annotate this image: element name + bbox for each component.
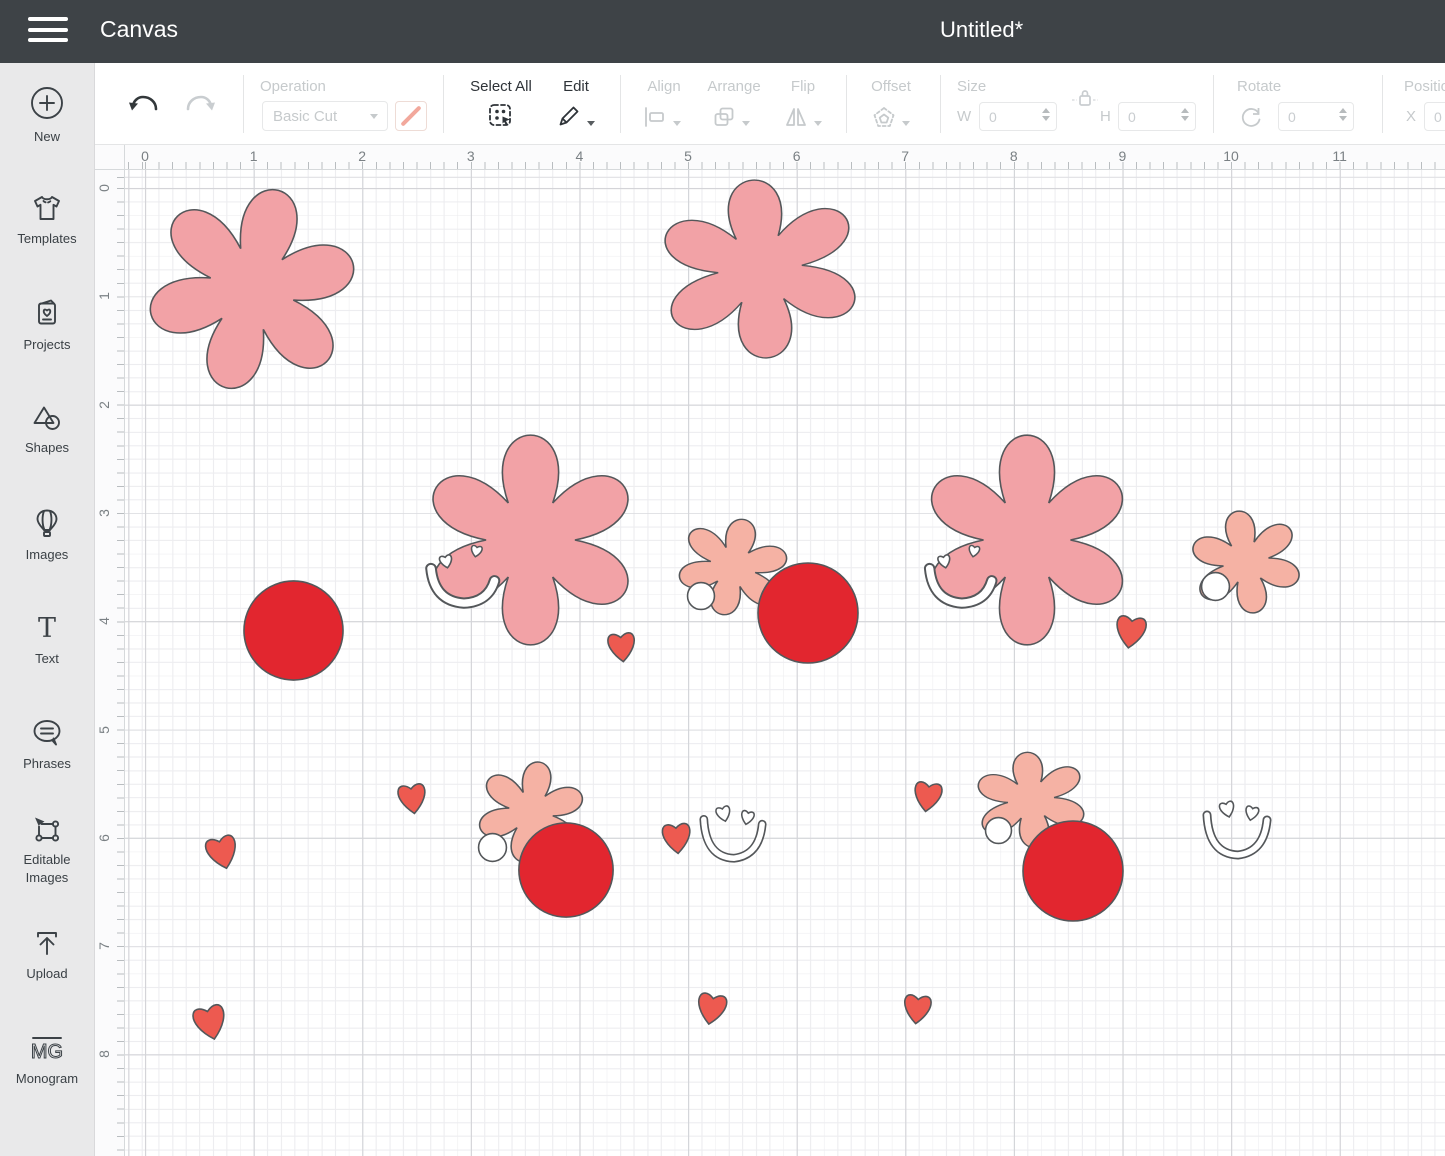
- canvas-shape-smiley[interactable]: [1200, 790, 1274, 864]
- canvas-shape-heart[interactable]: [189, 817, 254, 882]
- canvas-shape-heart[interactable]: [649, 808, 702, 861]
- canvas-shape-heart[interactable]: [385, 769, 439, 823]
- canvas-shape-heart[interactable]: [595, 618, 647, 670]
- canvas-shape-flower[interactable]: [640, 163, 880, 376]
- canvas-shape-smiley[interactable]: [697, 795, 769, 867]
- canvas-shape-heart[interactable]: [891, 980, 943, 1032]
- canvas-shape-flower[interactable]: [1176, 496, 1316, 627]
- canvas-shape-circle[interactable]: [1021, 819, 1125, 923]
- canvas-shape-heart[interactable]: [176, 986, 243, 1053]
- canvas-shape-heart[interactable]: [1102, 600, 1161, 659]
- canvas-shape-circle[interactable]: [687, 582, 715, 610]
- shapes-layer: [0, 0, 1445, 1156]
- canvas-shape-flower[interactable]: [113, 152, 391, 425]
- canvas-shape-circle[interactable]: [1201, 572, 1230, 601]
- canvas-shape-circle[interactable]: [478, 833, 507, 862]
- canvas-shape-circle[interactable]: [517, 821, 615, 919]
- canvas-shape-heart[interactable]: [683, 977, 741, 1035]
- canvas-shape-circle[interactable]: [985, 817, 1012, 844]
- canvas-shape-circle[interactable]: [756, 561, 860, 665]
- canvas-shape-heart[interactable]: [901, 767, 955, 821]
- canvas-shape-flower-face[interactable]: [412, 426, 649, 654]
- canvas-shape-circle[interactable]: [242, 579, 345, 682]
